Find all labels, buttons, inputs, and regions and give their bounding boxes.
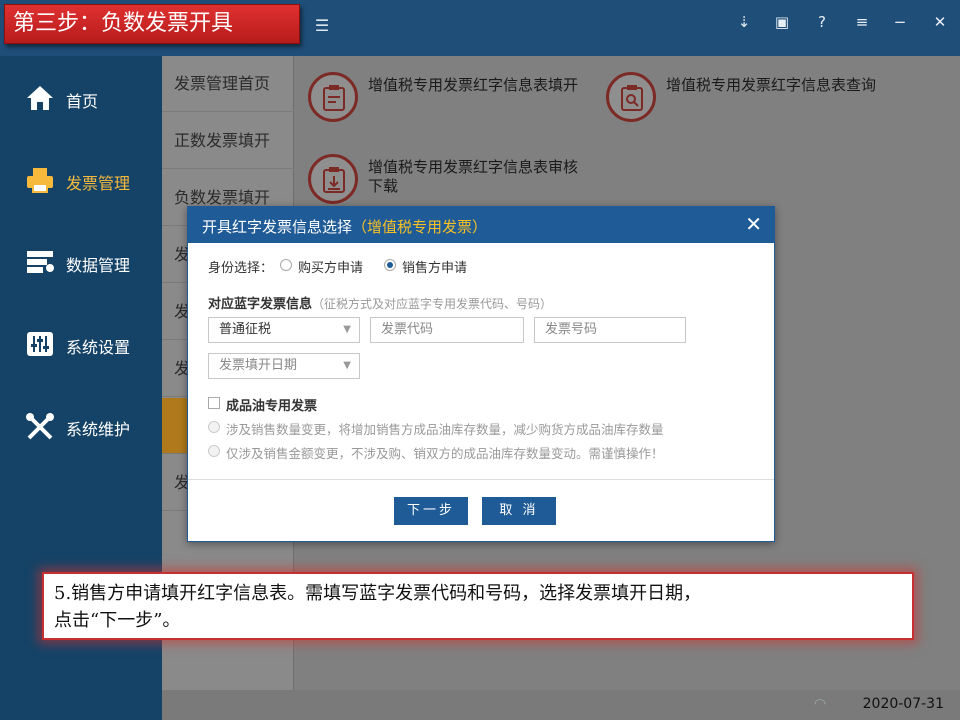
minimize-icon[interactable]: − [888, 10, 912, 34]
dialog-close-icon[interactable]: ✕ [745, 213, 762, 235]
chevron-down-icon: ▼ [343, 360, 351, 371]
tax-mode-value: 普通征税 [219, 322, 272, 337]
sidebar-item-label: 首页 [66, 92, 99, 111]
sidebar-item-home[interactable]: 首页 [0, 64, 162, 134]
oil-option-amount-radio[interactable] [208, 445, 220, 457]
status-date: 2020-07-31 [862, 696, 944, 712]
submenu-item[interactable]: 发票管理首页 [162, 56, 294, 112]
collapse-menu-icon[interactable]: ☰ [312, 16, 332, 36]
submenu-item[interactable]: 正数发票填开 [162, 113, 294, 169]
clipboard-download-icon [308, 154, 358, 204]
dialog-title: 开具红字发票信息选择（增值税专用发票） [202, 216, 487, 237]
tax-mode-select[interactable]: 普通征税 ▼ [208, 317, 360, 343]
radio-seller[interactable] [384, 259, 396, 271]
instruction-line-2: 点击“下一步”。 [54, 610, 181, 631]
wifi-icon: ◠ [814, 696, 827, 712]
oil-invoice-checkbox[interactable] [208, 397, 220, 409]
clipboard-search-icon [606, 72, 656, 122]
blue-invoice-hint: （征税方式及对应蓝字专用发票代码、号码） [312, 297, 553, 311]
sidebar-item-data-management[interactable]: 数据管理 [0, 228, 162, 298]
bookmark-icon[interactable]: ▣ [770, 10, 794, 34]
oil-invoice-label: 成品油专用发票 [226, 399, 318, 414]
instruction-note: 5.销售方申请填开红字信息表。需填写蓝字发票代码和号码，选择发票填开日期， 点击… [42, 572, 914, 640]
database-icon [24, 248, 56, 278]
sidebar-item-invoice-management[interactable]: 发票管理 [0, 146, 162, 216]
oil-option-amount-label: 仅涉及销售金额变更，不涉及购、销双方的成品油库存数量变动。需谨慎操作！ [226, 446, 664, 461]
printer-icon [24, 166, 56, 196]
sidebar-item-system-settings[interactable]: 系统设置 [0, 310, 162, 380]
sidebar-item-label: 系统维护 [66, 420, 131, 439]
invoice-date-placeholder: 发票填开日期 [219, 358, 298, 373]
dialog-title-main: 开具红字发票信息选择 [202, 218, 353, 236]
invoice-code-input[interactable]: 发票代码 [370, 317, 524, 343]
cancel-button[interactable]: 取 消 [482, 497, 556, 525]
home-icon [24, 84, 56, 114]
card-label: 增值税专用发票红字信息表审核下载 [368, 158, 579, 195]
tools-icon [24, 412, 56, 442]
card-label: 增值税专用发票红字信息表查询 [666, 76, 877, 94]
dialog-title-sub: （增值税专用发票） [352, 218, 488, 236]
sidebar-item-label: 数据管理 [66, 256, 131, 275]
menu-icon[interactable]: ≡ [850, 10, 874, 34]
card-red-info-fill[interactable]: 增值税专用发票红字信息表填开 [308, 72, 588, 132]
dialog-divider [188, 479, 774, 480]
sidebar-item-label: 发票管理 [66, 174, 131, 193]
help-icon[interactable]: ? [810, 10, 834, 34]
next-button[interactable]: 下一步 [394, 497, 468, 525]
close-icon[interactable]: ✕ [928, 10, 952, 34]
dialog-header: 开具红字发票信息选择（增值税专用发票） ✕ [188, 207, 774, 243]
invoice-date-select[interactable]: 发票填开日期 ▼ [208, 353, 360, 379]
radio-seller-label: 销售方申请 [402, 261, 468, 276]
oil-option-quantity-radio[interactable] [208, 421, 220, 433]
radio-buyer-label: 购买方申请 [298, 261, 364, 276]
oil-option-quantity-label: 涉及销售数量变更，将增加销售方成品油库存数量，减少购货方成品油库存数量 [226, 422, 664, 437]
identity-label: 身份选择： [208, 261, 274, 276]
invoice-number-input[interactable]: 发票号码 [534, 317, 686, 343]
blue-invoice-section: 对应蓝字发票信息（征税方式及对应蓝字专用发票代码、号码） [208, 293, 552, 312]
step-title: 第三步：负数发票开具 [4, 4, 300, 44]
chevron-down-icon: ▼ [343, 324, 351, 335]
sidebar-item-label: 系统设置 [66, 338, 131, 357]
sidebar-item-system-maintenance[interactable]: 系统维护 [0, 392, 162, 462]
status-bar: ◠ 2020-07-31 [162, 690, 960, 720]
red-invoice-selection-dialog: 开具红字发票信息选择（增值税专用发票） ✕ 身份选择： 购买方申请 销售方申请 … [187, 206, 775, 542]
blue-invoice-label: 对应蓝字发票信息 [208, 297, 313, 312]
card-label: 增值税专用发票红字信息表填开 [368, 76, 579, 94]
instruction-line-1: 5.销售方申请填开红字信息表。需填写蓝字发票代码和号码，选择发票填开日期， [54, 583, 702, 604]
sliders-icon [24, 330, 56, 360]
radio-buyer[interactable] [280, 259, 292, 271]
clipboard-edit-icon [308, 72, 358, 122]
download-icon[interactable]: ⇣ [732, 10, 756, 34]
card-red-info-query[interactable]: 增值税专用发票红字信息表查询 [606, 72, 886, 132]
card-red-info-review-download[interactable]: 增值税专用发票红字信息表审核下载 [308, 154, 588, 214]
title-bar: 第三步：负数发票开具 ☰ ⇣ ▣ ? ≡ − ✕ [0, 0, 960, 56]
